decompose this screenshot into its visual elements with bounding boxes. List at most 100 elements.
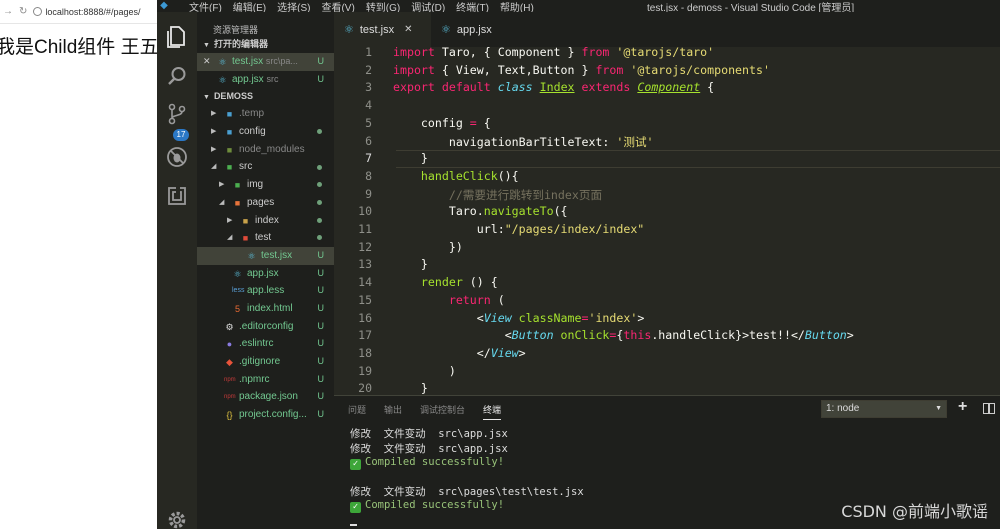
- tree-item-app-jsx[interactable]: ⚛ app.jsx U: [197, 265, 334, 283]
- react-file-icon: ⚛: [233, 268, 242, 279]
- menu-selection[interactable]: 选择(S): [277, 0, 310, 13]
- chevron-down-icon: ◢: [219, 198, 225, 206]
- close-icon[interactable]: ✕: [203, 53, 211, 71]
- menu-view[interactable]: 查看(V): [321, 0, 354, 13]
- tab-problems[interactable]: 问题: [348, 403, 366, 420]
- line-number: 4: [365, 98, 372, 113]
- code-line: }: [393, 381, 428, 395]
- info-icon[interactable]: [33, 7, 43, 16]
- check-icon: ✓: [350, 459, 361, 470]
- status-u: U: [317, 320, 325, 331]
- terminal-line-text: Compiled successfully!: [365, 456, 505, 468]
- menu-help[interactable]: 帮助(H): [500, 0, 534, 13]
- split-terminal-icon[interactable]: [983, 403, 995, 414]
- tree-item-label: index.html: [247, 302, 293, 314]
- vscode-window: ◆ 文件(F) 编辑(E) 选择(S) 查看(V) 转到(G) 调试(D) 终端…: [157, 0, 1000, 529]
- tree-item-label: .eslintrc: [239, 338, 274, 350]
- tree-item-config[interactable]: ▶ ■ config: [197, 123, 334, 141]
- tree-item-project-config[interactable]: {} project.config... U: [197, 406, 334, 424]
- settings-gear-icon[interactable]: [165, 508, 189, 529]
- tree-item-node-modules[interactable]: ▶ ■ node_modules: [197, 141, 334, 159]
- tree-item-eslintrc[interactable]: ● .eslintrc U: [197, 335, 334, 353]
- browser-toolbar: → ↻ localhost:8888/#/pages/: [0, 0, 157, 24]
- tab-close-icon[interactable]: ✕: [404, 24, 412, 35]
- tree-item-label: node_modules: [239, 143, 305, 155]
- explorer-icon[interactable]: [165, 25, 189, 49]
- project-header[interactable]: ▼ DEMOSS: [197, 88, 334, 105]
- tree-item-editorconfig[interactable]: ⚙ .editorconfig U: [197, 318, 334, 336]
- menu-go[interactable]: 转到(G): [366, 0, 400, 13]
- tree-item-src[interactable]: ◢ ■ src: [197, 158, 334, 176]
- open-editor-test-jsx[interactable]: ✕ ⚛ test.jsx src\pa... U: [197, 53, 334, 71]
- line-number: 5: [365, 115, 372, 130]
- explorer-sidebar: 资源管理器 ▼ 打开的编辑器 ✕ ⚛ test.jsx src\pa... U ⚛…: [197, 12, 334, 529]
- less-file-icon: less: [232, 287, 245, 295]
- chevron-right-icon: ▶: [219, 181, 225, 189]
- line-number: 14: [358, 275, 372, 290]
- folder-open-icon: ■: [226, 162, 233, 173]
- menu-terminal[interactable]: 终端(T): [456, 0, 489, 13]
- folder-open-icon: ■: [242, 233, 249, 244]
- tab-test-jsx[interactable]: ⚛ test.jsx ✕: [334, 12, 431, 47]
- line-number: 13: [358, 257, 372, 272]
- terminal-line: 修改 文件变动 src\app.jsx: [350, 428, 508, 440]
- tree-item-index[interactable]: ▶ ■ index: [197, 212, 334, 230]
- tree-item-test-jsx[interactable]: ⚛ test.jsx U: [197, 246, 334, 265]
- debug-icon[interactable]: [165, 145, 189, 169]
- status-u: U: [317, 409, 325, 420]
- tree-item-app-less[interactable]: less app.less U: [197, 282, 334, 300]
- tree-item-label: test: [255, 232, 272, 244]
- tab-app-jsx[interactable]: ⚛ app.jsx: [431, 12, 521, 47]
- tree-item-test-folder[interactable]: ◢ ■ test: [197, 229, 334, 247]
- code-line: //需要进行跳转到index页面: [393, 187, 603, 202]
- html-file-icon: 5: [234, 303, 240, 314]
- open-editor-app-jsx[interactable]: ⚛ app.jsx src U: [197, 71, 334, 89]
- status-u: U: [317, 338, 325, 349]
- source-control-icon[interactable]: [165, 102, 189, 126]
- npm-file-icon: npm: [224, 394, 236, 401]
- react-file-icon: ⚛: [441, 24, 451, 36]
- react-file-icon: ⚛: [344, 24, 354, 36]
- new-terminal-plus-icon[interactable]: +: [958, 398, 967, 416]
- search-icon[interactable]: [165, 64, 189, 88]
- git-file-icon: ◆: [226, 357, 233, 367]
- tree-item-npmrc[interactable]: npm .npmrc U: [197, 371, 334, 389]
- tree-item-package-json[interactable]: npm package.json U: [197, 388, 334, 406]
- extensions-icon[interactable]: [165, 184, 189, 208]
- terminal-cursor: [350, 524, 357, 526]
- tree-item-temp[interactable]: ▶ ■ .temp: [197, 105, 334, 123]
- line-number: 19: [358, 363, 372, 378]
- tab-debug-console[interactable]: 调试控制台: [420, 403, 465, 420]
- code-line: }: [393, 257, 428, 272]
- address-bar[interactable]: localhost:8888/#/pages/: [33, 7, 140, 17]
- folder-icon: ■: [226, 144, 233, 155]
- status-u: U: [317, 267, 325, 278]
- menu-edit[interactable]: 编辑(E): [233, 0, 266, 13]
- terminal-line-success: ✓ Compiled successfully!: [350, 456, 504, 470]
- tree-item-img[interactable]: ▶ ■ img: [197, 176, 334, 194]
- menu-file[interactable]: 文件(F): [189, 0, 222, 13]
- reload-icon[interactable]: ↻: [19, 6, 27, 17]
- code-line: ): [393, 363, 456, 378]
- file-path: src\pa...: [265, 56, 298, 66]
- tree-item-gitignore[interactable]: ◆ .gitignore U: [197, 353, 334, 371]
- menu-debug[interactable]: 调试(D): [411, 0, 445, 13]
- modified-dot-icon: [317, 212, 322, 230]
- check-icon: ✓: [350, 502, 361, 513]
- tab-output[interactable]: 输出: [384, 403, 402, 420]
- forward-icon[interactable]: →: [3, 6, 13, 17]
- tree-item-index-html[interactable]: 5 index.html U: [197, 300, 334, 318]
- tree-item-label: .editorconfig: [239, 320, 294, 332]
- tree-item-label: .npmrc: [239, 373, 270, 385]
- tree-item-pages[interactable]: ◢ ■ pages: [197, 194, 334, 212]
- code-line: return (: [448, 292, 505, 307]
- react-file-icon: ⚛: [218, 57, 227, 67]
- tree-item-label: index: [255, 214, 279, 226]
- open-editors-header[interactable]: ▼ 打开的编辑器: [197, 36, 334, 53]
- terminal-select[interactable]: 1: node ▼: [821, 400, 947, 418]
- project-label: DEMOSS: [213, 91, 253, 102]
- code-editor[interactable]: 1 2 3 4 5 6 7 8 9 10 11 12 13 14 15 16 1…: [334, 47, 1000, 395]
- line-number: 15: [358, 292, 372, 307]
- chevron-down-icon: ▼: [935, 405, 942, 412]
- tab-terminal[interactable]: 终端: [483, 403, 502, 420]
